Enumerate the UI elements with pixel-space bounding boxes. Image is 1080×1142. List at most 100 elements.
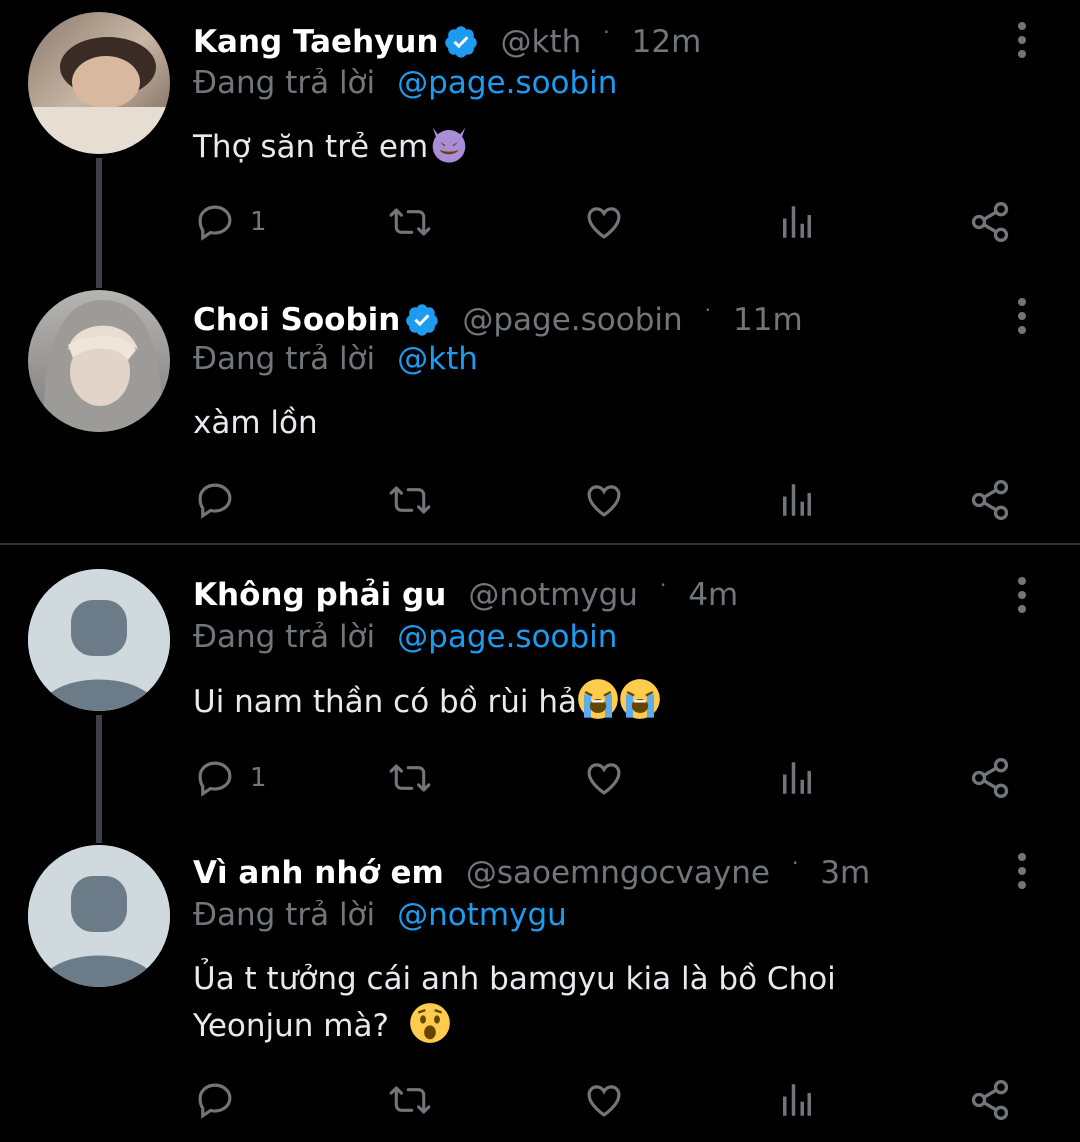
views-icon: [783, 762, 811, 794]
retweet-icon: [389, 486, 431, 514]
like-button[interactable]: [582, 475, 626, 525]
loudly-crying-emoji-icon: [620, 679, 660, 719]
retweet-button[interactable]: [386, 197, 434, 247]
separator-dot: ·: [704, 298, 712, 322]
tweet[interactable]: Choi Soobin @page.soobin · 11m Đang trả …: [0, 270, 1080, 543]
timestamp[interactable]: 4m: [688, 577, 738, 613]
like-button[interactable]: [582, 197, 626, 247]
tweet[interactable]: Không phải gu @notmygu · 4m Đang trả lời…: [0, 545, 1080, 825]
more-vertical-icon[interactable]: [1012, 575, 1032, 615]
heart-icon: [587, 207, 621, 239]
share-icon: [971, 1080, 1009, 1120]
views-icon: [783, 484, 811, 516]
views-icon: [783, 1084, 811, 1116]
handle[interactable]: @notmygu: [468, 577, 638, 613]
tweet-text-content: Thợ săn trẻ em: [193, 129, 429, 165]
action-bar: [0, 1075, 1080, 1125]
timestamp[interactable]: 11m: [733, 302, 803, 338]
loudly-crying-emoji-icon: [578, 679, 618, 719]
reply-button[interactable]: 1: [194, 197, 267, 247]
handle[interactable]: @saoemngocvayne: [466, 855, 770, 891]
retweet-icon: [389, 764, 431, 792]
tweet[interactable]: Vì anh nhớ em @saoemngocvayne · 3m Đang …: [0, 825, 1080, 1142]
mention-link[interactable]: @page.soobin: [397, 619, 617, 655]
tweet-text: Ủa t tưởng cái anh bamgyu kia là bồ Choi…: [193, 956, 973, 1049]
default-avatar-icon: [28, 569, 170, 711]
reply-count: 1: [250, 763, 267, 793]
separator-dot: ·: [603, 20, 610, 44]
share-button[interactable]: [968, 1075, 1012, 1125]
mention-link[interactable]: @kth: [397, 341, 478, 377]
mention-link[interactable]: @page.soobin: [397, 65, 617, 101]
handle[interactable]: @kth: [501, 24, 582, 60]
retweet-button[interactable]: [386, 1075, 434, 1125]
like-button[interactable]: [582, 1075, 626, 1125]
reply-icon: [198, 761, 232, 797]
replying-to: Đang trả lời @notmygu: [193, 897, 567, 933]
tweet-text-content: Ui nam thần có bồ rùi hả: [193, 684, 578, 720]
more-vertical-icon[interactable]: [1012, 20, 1032, 60]
tweet-header: Choi Soobin @page.soobin · 11m: [193, 298, 803, 342]
share-button[interactable]: [968, 753, 1012, 803]
views-button[interactable]: [778, 753, 816, 803]
heart-icon: [587, 485, 621, 517]
reply-icon: [198, 483, 232, 519]
more-vertical-icon[interactable]: [1012, 851, 1032, 891]
separator-dot: ·: [659, 573, 667, 597]
display-name[interactable]: Kang Taehyun: [193, 24, 439, 60]
reply-button[interactable]: 1: [194, 753, 267, 803]
display-name[interactable]: Vì anh nhớ em: [193, 855, 444, 891]
retweet-icon: [389, 208, 431, 236]
default-avatar[interactable]: [28, 845, 170, 987]
replying-to-label: Đang trả lời: [193, 65, 376, 101]
display-name[interactable]: Choi Soobin: [193, 302, 400, 338]
hushed-face-emoji-icon: [409, 1003, 450, 1043]
action-bar: 1: [0, 753, 1080, 803]
replying-to-label: Đang trả lời: [193, 341, 376, 377]
display-name[interactable]: Không phải gu: [193, 577, 446, 613]
retweet-button[interactable]: [386, 753, 434, 803]
tweet-text-line-2: Yeonjun mà?: [193, 1002, 973, 1049]
reply-icon: [198, 1083, 232, 1119]
default-avatar-icon: [28, 845, 170, 987]
heart-icon: [587, 1085, 621, 1117]
views-button[interactable]: [778, 1075, 816, 1125]
default-avatar[interactable]: [28, 569, 170, 711]
tweet-text-content: xàm lồn: [193, 405, 318, 441]
heart-icon: [587, 763, 621, 795]
tweet-text-line: Yeonjun mà?: [193, 1008, 389, 1044]
replying-to: Đang trả lời @page.soobin: [193, 619, 617, 655]
tweet[interactable]: Kang Taehyun @kth · 12m Đang trả lời @pag…: [0, 0, 1080, 270]
like-button[interactable]: [582, 753, 626, 803]
share-icon: [971, 758, 1009, 798]
reply-button[interactable]: [194, 475, 250, 525]
handle[interactable]: @page.soobin: [462, 302, 682, 338]
tweet-header: Vì anh nhớ em @saoemngocvayne · 3m: [193, 851, 870, 895]
views-button[interactable]: [778, 475, 816, 525]
avatar[interactable]: [28, 290, 170, 432]
reply-icon: [198, 205, 232, 241]
reply-count: 1: [250, 207, 267, 237]
views-button[interactable]: [778, 197, 816, 247]
replying-to: Đang trả lời @kth: [193, 341, 478, 377]
reply-button[interactable]: [194, 1075, 250, 1125]
timestamp[interactable]: 3m: [820, 855, 870, 891]
verified-badge-icon: [406, 304, 439, 336]
tweet-text: xàm lồn: [193, 400, 973, 446]
views-icon: [783, 206, 811, 238]
tweet-text: Thợ săn trẻ em: [193, 123, 973, 170]
more-vertical-icon[interactable]: [1012, 296, 1032, 336]
timestamp[interactable]: 12m: [632, 24, 702, 60]
share-button[interactable]: [968, 197, 1012, 247]
share-button[interactable]: [968, 475, 1012, 525]
avatar[interactable]: [28, 12, 170, 154]
retweet-button[interactable]: [386, 475, 434, 525]
tweet-text: Ui nam thần có bồ rùi hả: [193, 678, 973, 725]
share-icon: [971, 202, 1009, 242]
mention-link[interactable]: @notmygu: [397, 897, 567, 933]
retweet-icon: [389, 1086, 431, 1114]
tweet-header: Không phải gu @notmygu · 4m: [193, 573, 738, 617]
replying-to-label: Đang trả lời: [193, 619, 376, 655]
share-icon: [971, 480, 1009, 520]
replying-to: Đang trả lời @page.soobin: [193, 65, 617, 101]
